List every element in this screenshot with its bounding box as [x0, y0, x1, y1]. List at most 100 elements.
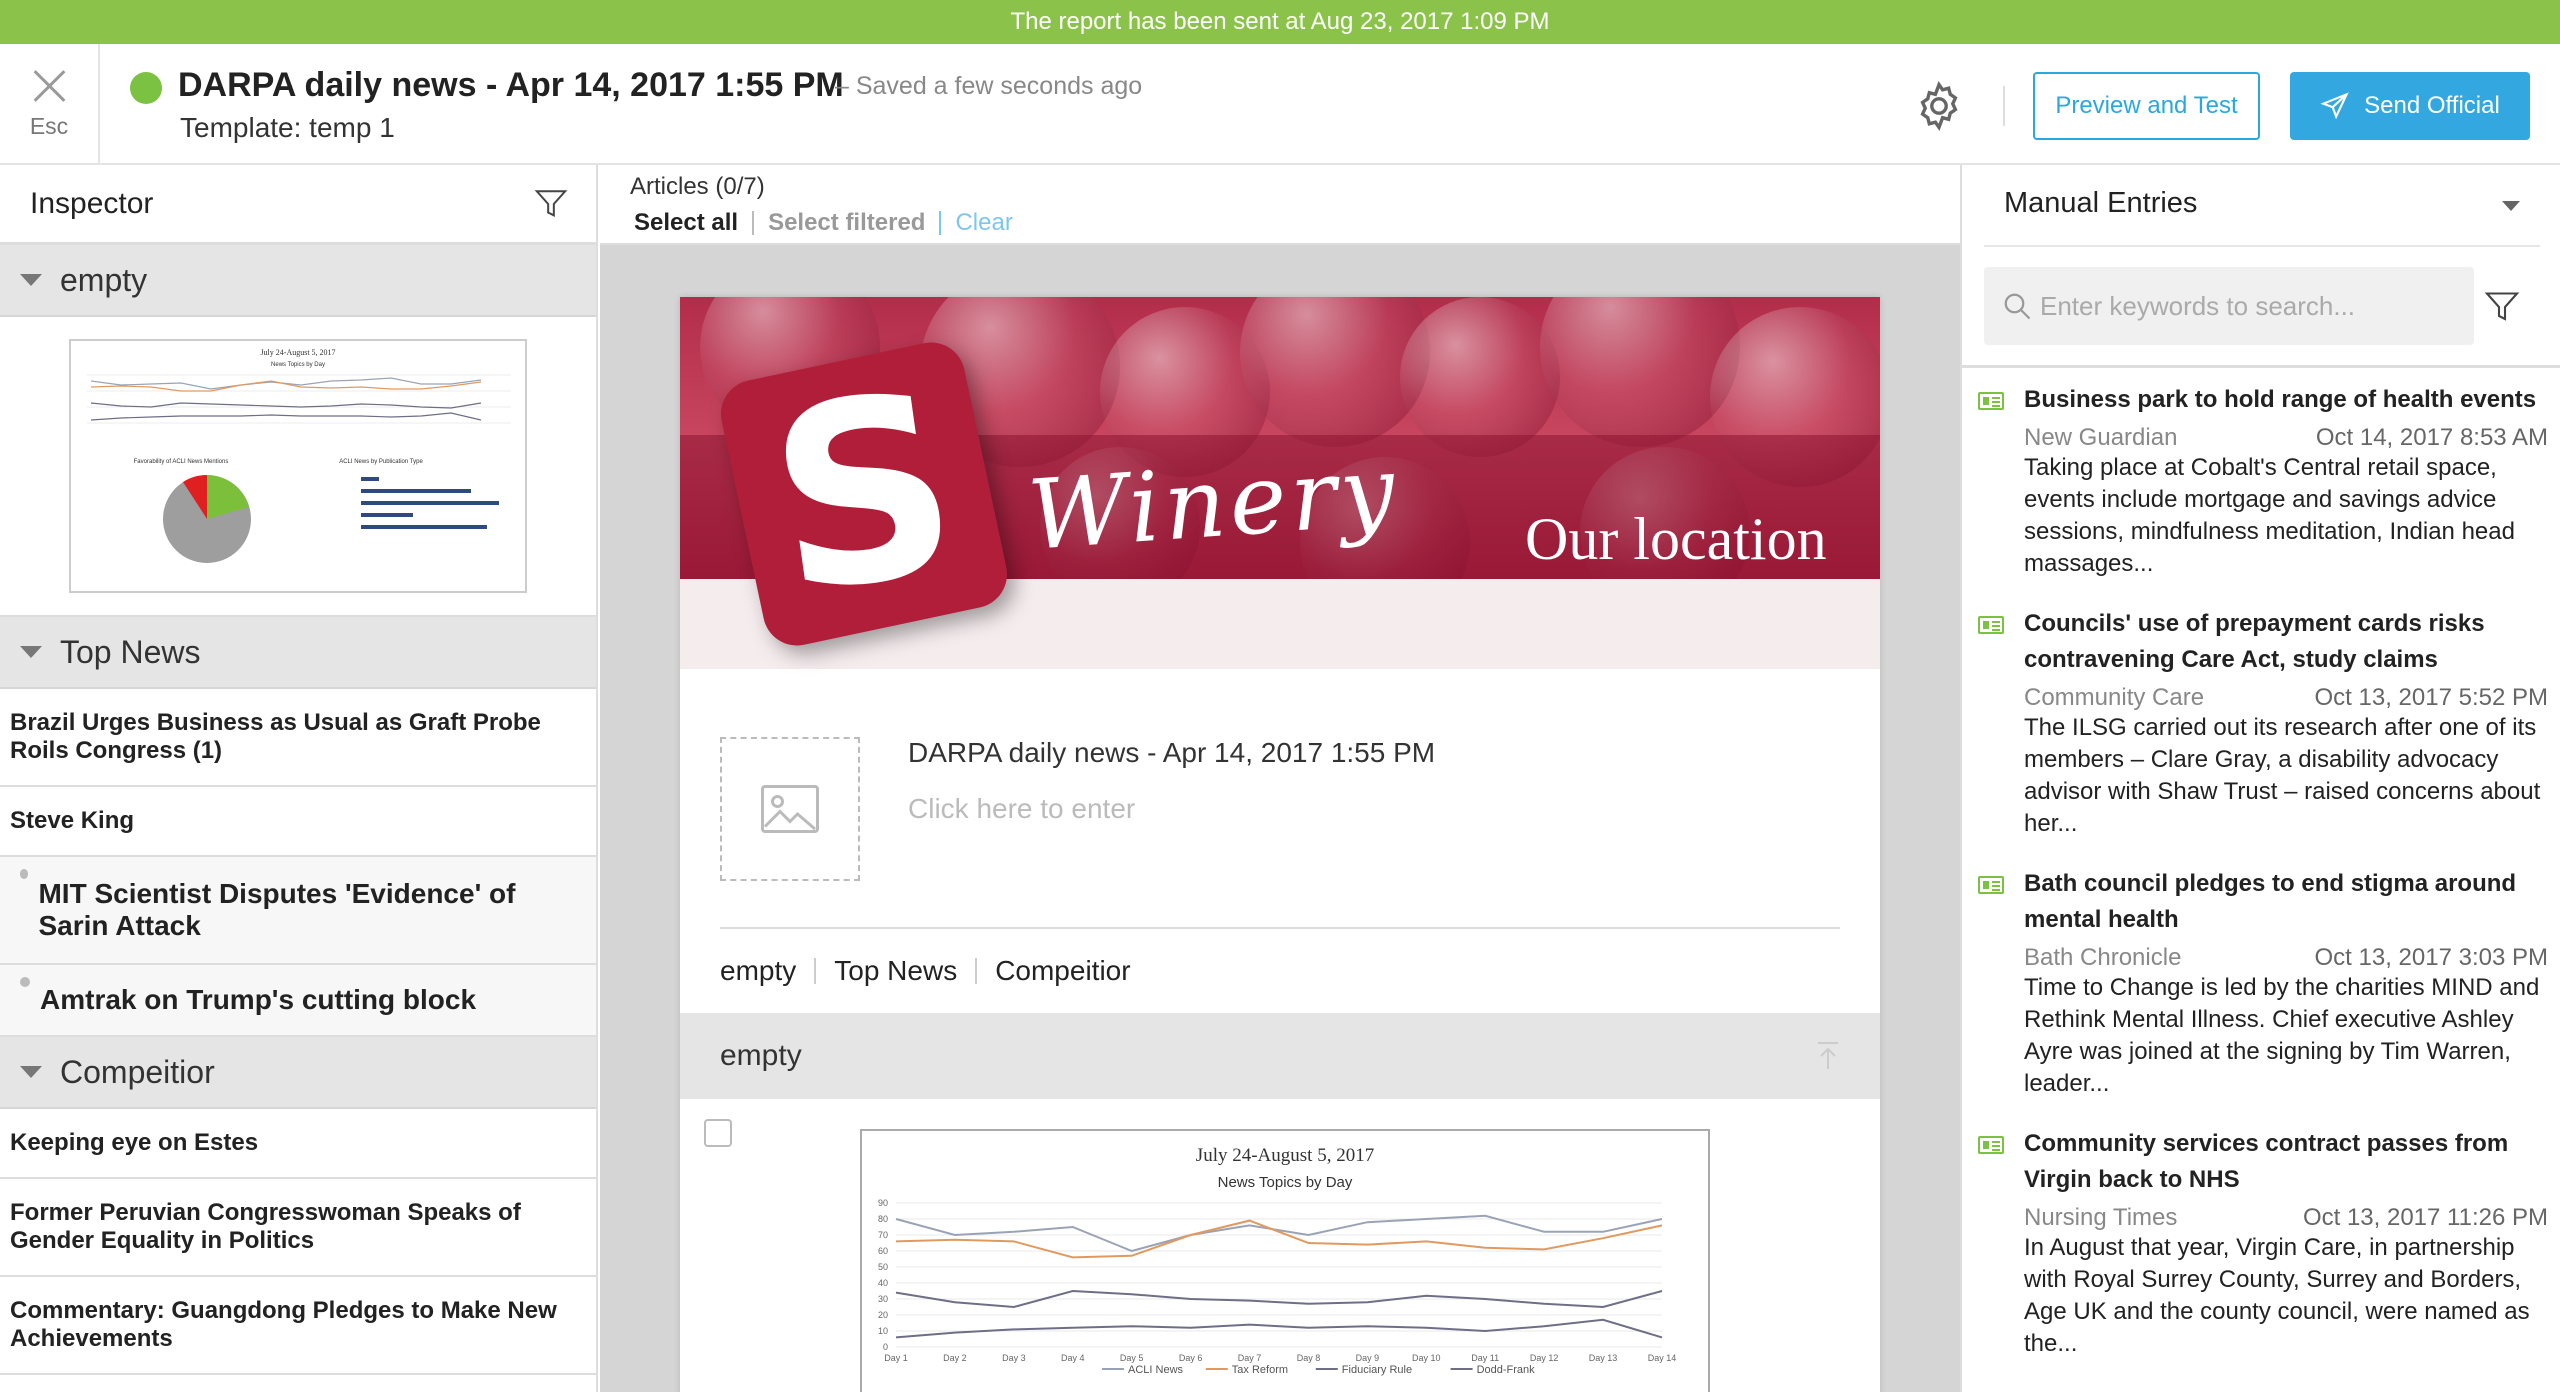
inspector-article[interactable]: Former Peruvian Congresswoman Speaks of …: [0, 1179, 596, 1277]
x-tick-label: Day 11: [1471, 1353, 1499, 1363]
y-tick-label: 90: [878, 1198, 888, 1208]
esc-label: Esc: [29, 113, 69, 139]
filter-icon[interactable]: [534, 187, 568, 221]
clear-link[interactable]: Clear: [955, 209, 1012, 237]
click-to-enter-field[interactable]: Click here to enter: [908, 793, 1135, 825]
paper-plane-icon: [2320, 92, 2349, 120]
inspector-section-top-news[interactable]: Top News: [0, 617, 596, 689]
entry-source: Bath Chronicle: [2024, 944, 2182, 971]
entry-title[interactable]: Bath council pledges to end stigma aroun…: [2024, 866, 2550, 938]
image-placeholder[interactable]: [720, 737, 860, 881]
header-divider: [2003, 86, 2005, 126]
entry-meta: New Guardian Oct 14, 2017 8:53 AM: [2024, 424, 2550, 452]
divider: [752, 211, 755, 235]
article-title: MIT Scientist Disputes 'Evidence' of Sar…: [38, 878, 516, 941]
document-section-header: empty: [680, 1013, 1880, 1099]
entry-description: In August that year, Virgin Care, in par…: [2024, 1234, 2530, 1357]
gear-icon[interactable]: [1912, 79, 1966, 133]
article-title: Commentary: Guangdong Pledges to Make Ne…: [10, 1297, 557, 1352]
divider: [814, 958, 817, 984]
inspector-header: Inspector: [0, 165, 596, 245]
article-title: Amtrak on Trump's cutting block: [40, 984, 477, 1015]
articles-actions: Select all Select filtered Clear: [634, 209, 1013, 237]
manual-entries-title: Manual Entries: [2004, 187, 2198, 219]
entry-source: Nursing Times: [2024, 1204, 2178, 1231]
search-icon: [2004, 293, 2031, 320]
svg-text:July 24-August 5, 2017: July 24-August 5, 2017: [260, 348, 335, 357]
news-icon: [1978, 876, 2004, 894]
x-tick-label: Day 1: [884, 1353, 908, 1363]
inspector-article[interactable]: Steve King: [0, 787, 596, 857]
sent-notification-banner: The report has been sent at Aug 23, 2017…: [0, 0, 2560, 44]
entry-title[interactable]: Business park to hold range of health ev…: [2024, 382, 2550, 418]
nav-link-compeitior[interactable]: Compeitior: [995, 955, 1130, 987]
svg-text:ACLI News by Publication Type: ACLI News by Publication Type: [339, 459, 423, 465]
inspector-article[interactable]: Brazil Urges Business as Usual as Graft …: [0, 689, 596, 787]
entry-source: Community Care: [2024, 684, 2205, 711]
x-tick-label: Day 14: [1648, 1353, 1677, 1363]
chart-select-checkbox[interactable]: [704, 1119, 732, 1147]
legend-label: Dodd-Frank: [1477, 1364, 1536, 1376]
series-line-dodd-frank: [895, 1318, 1663, 1339]
entry-description: The ILSG carried out its research after …: [2024, 714, 2541, 837]
x-tick-label: Day 2: [943, 1353, 967, 1363]
list-item[interactable]: Councils' use of prepayment cards risks …: [1962, 592, 2560, 852]
entry-meta: Bath Chronicle Oct 13, 2017 3:03 PM: [2024, 944, 2550, 972]
report-title: DARPA daily news - Apr 14, 2017 1:55 PM: [178, 66, 844, 104]
list-item[interactable]: Business park to hold range of health ev…: [1962, 368, 2560, 592]
scroll-to-top-icon[interactable]: [1816, 1041, 1840, 1071]
send-official-button[interactable]: Send Official: [2290, 72, 2530, 140]
x-tick-label: Day 5: [1120, 1353, 1144, 1363]
inspector-panel: Inspector empty July 24-August 5, 2017 N…: [0, 165, 598, 1392]
entry-date: Oct 14, 2017 8:53 AM: [2315, 424, 2548, 451]
section-label: Top News: [60, 633, 201, 670]
manual-entries-dropdown[interactable]: Manual Entries: [1962, 165, 2560, 245]
divider: [975, 958, 978, 984]
manual-entries-list: Business park to hold range of health ev…: [1962, 368, 2560, 1372]
x-tick-label: Day 3: [1002, 1353, 1026, 1363]
select-filtered-link[interactable]: Select filtered: [768, 209, 925, 237]
close-icon: [32, 69, 66, 103]
chevron-down-icon: [2502, 201, 2520, 211]
x-tick-label: Day 8: [1297, 1353, 1321, 1363]
search-box[interactable]: [1984, 267, 2474, 345]
entry-source: New Guardian: [2024, 424, 2178, 451]
report-document: S Winery Our location DARPA daily news -…: [680, 297, 1880, 1392]
inspector-article[interactable]: Keeping eye on Estes: [0, 1109, 596, 1179]
report-header: Esc DARPA daily news - Apr 14, 2017 1:55…: [0, 44, 2560, 165]
news-icon: [1978, 1136, 2004, 1154]
y-tick-label: 10: [878, 1326, 888, 1336]
filter-icon[interactable]: [2484, 289, 2520, 325]
entry-description: Taking place at Cobalt's Central retail …: [2024, 454, 2515, 577]
search-input[interactable]: [2040, 290, 2460, 322]
inspector-article[interactable]: Commentary: Guangdong Pledges to Make Ne…: [0, 1277, 596, 1375]
esc-button[interactable]: Esc: [0, 44, 100, 165]
y-tick-label: 20: [878, 1310, 888, 1320]
legend-label: Fiduciary Rule: [1342, 1364, 1412, 1376]
legend-label: ACLI News: [1128, 1364, 1184, 1376]
chart-thumbnail-row[interactable]: July 24-August 5, 2017 News Topics by Da…: [0, 317, 596, 617]
bullet-icon: [20, 869, 29, 879]
chart-thumbnail[interactable]: July 24-August 5, 2017 News Topics by Da…: [69, 339, 527, 593]
section-title: empty: [720, 1039, 802, 1072]
y-tick-label: 70: [878, 1230, 888, 1240]
inspector-article[interactable]: Amtrak on Trump's cutting block: [0, 965, 596, 1037]
y-tick-label: 0: [883, 1342, 888, 1352]
entry-title[interactable]: Community services contract passes from …: [2024, 1126, 2550, 1198]
nav-link-top-news[interactable]: Top News: [834, 955, 957, 987]
series-line-acli-news: [895, 1214, 1663, 1253]
legend-label: Tax Reform: [1232, 1364, 1288, 1376]
report-preview-area: Articles (0/7) Select all Select filtere…: [600, 165, 1960, 1392]
list-item[interactable]: Bath council pledges to end stigma aroun…: [1962, 852, 2560, 1112]
preview-and-test-button[interactable]: Preview and Test: [2033, 72, 2260, 140]
select-all-link[interactable]: Select all: [634, 209, 738, 237]
chart-figure[interactable]: July 24-August 5, 2017 News Topics by Da…: [860, 1129, 1710, 1392]
entry-title[interactable]: Councils' use of prepayment cards risks …: [2024, 606, 2550, 678]
list-item[interactable]: Community services contract passes from …: [1962, 1112, 2560, 1372]
template-name: Template: temp 1: [180, 112, 395, 143]
nav-link-empty[interactable]: empty: [720, 955, 796, 987]
inspector-section-empty[interactable]: empty: [0, 245, 596, 317]
inspector-section-compeitior[interactable]: Compeitior: [0, 1037, 596, 1109]
inspector-article[interactable]: MIT Scientist Disputes 'Evidence' of Sar…: [0, 857, 596, 965]
bullet-icon: [20, 977, 30, 987]
